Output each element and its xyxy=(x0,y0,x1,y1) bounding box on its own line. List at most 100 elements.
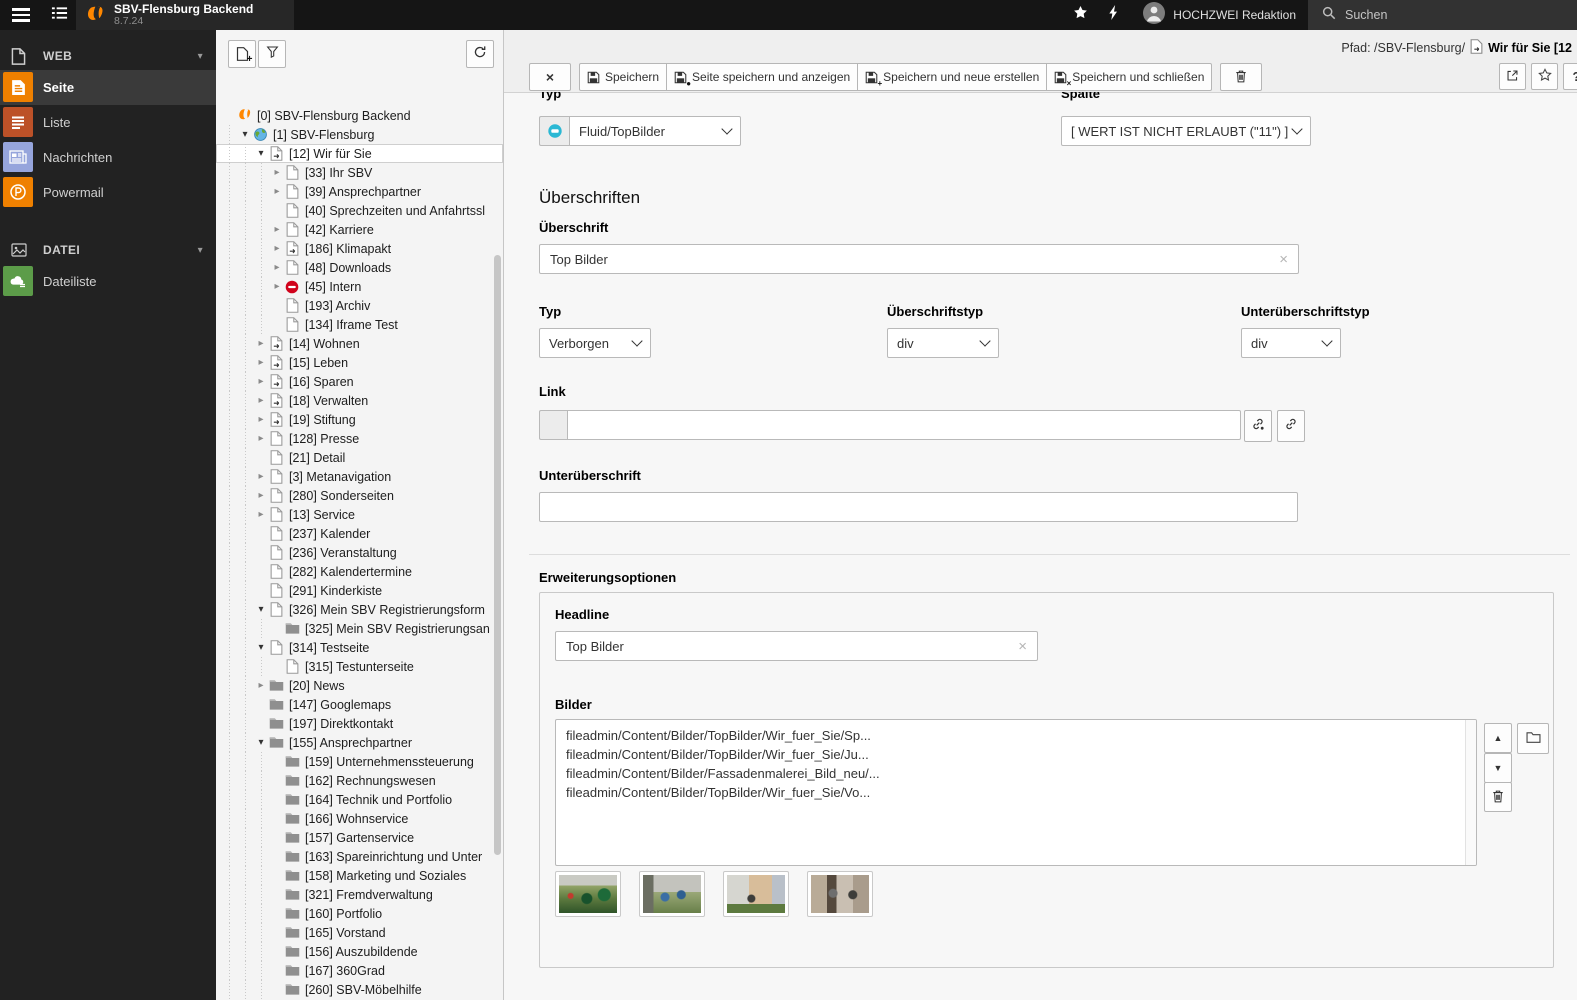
tree-item[interactable]: [325] Mein SBV Registrierungsan xyxy=(216,619,503,638)
tree-item[interactable]: ▸ [280] Sonderseiten xyxy=(216,486,503,505)
chevron-right-icon[interactable]: ▸ xyxy=(254,410,268,429)
sidebar-item-dateiliste[interactable]: Dateiliste xyxy=(0,264,216,299)
tree-item[interactable]: ▸ [14] Wohnen xyxy=(216,334,503,353)
user-menu[interactable]: HOCHZWEI Redaktion xyxy=(1131,0,1308,30)
chevron-right-icon[interactable]: ▸ xyxy=(270,239,284,258)
subheadertype-select[interactable]: div xyxy=(1241,328,1341,358)
chevron-right-icon[interactable]: ▸ xyxy=(254,353,268,372)
tree-item[interactable]: [21] Detail xyxy=(216,448,503,467)
refresh-button[interactable] xyxy=(466,40,494,68)
chevron-down-icon[interactable]: ▾ xyxy=(254,144,268,163)
tree-item[interactable]: ▸ [20] News xyxy=(216,676,503,695)
chevron-right-icon[interactable]: ▸ xyxy=(270,220,284,239)
open-in-new-window-button[interactable] xyxy=(1499,63,1526,90)
move-up-button[interactable]: ▲ xyxy=(1484,723,1512,753)
chevron-down-icon[interactable]: ▾ xyxy=(254,733,268,752)
tree-item[interactable]: ▾ [326] Mein SBV Registrierungsform xyxy=(216,600,503,619)
bilder-item[interactable]: fileadmin/Content/Bilder/Fassadenmalerei… xyxy=(556,764,1476,783)
chevron-right-icon[interactable]: ▸ xyxy=(270,277,284,296)
bilder-listbox[interactable]: fileadmin/Content/Bilder/TopBilder/Wir_f… xyxy=(555,719,1477,866)
typ2-select[interactable]: Verborgen xyxy=(539,328,651,358)
tree-item[interactable]: ▸ [128] Presse xyxy=(216,429,503,448)
bilder-item[interactable]: fileadmin/Content/Bilder/TopBilder/Wir_f… xyxy=(556,783,1476,802)
tree-item[interactable]: [163] Spareinrichtung und Unter xyxy=(216,847,503,866)
link-browser-button[interactable] xyxy=(1277,410,1305,442)
chevron-right-icon[interactable]: ▸ xyxy=(254,505,268,524)
save-new-button[interactable]: + Speichern und neue erstellen xyxy=(858,63,1048,91)
tree-item[interactable]: [167] 360Grad xyxy=(216,961,503,980)
chevron-right-icon[interactable]: ▸ xyxy=(270,182,284,201)
tree-scrollbar[interactable] xyxy=(494,255,501,855)
headline-input[interactable] xyxy=(566,638,1011,654)
remove-item-button[interactable] xyxy=(1484,782,1512,812)
tree-item[interactable]: [0] SBV-Flensburg Backend xyxy=(216,106,503,125)
filter-button[interactable] xyxy=(258,40,286,68)
tree-item[interactable]: [160] Portfolio xyxy=(216,904,503,923)
sidebar-item-seite[interactable]: Seite xyxy=(0,70,216,105)
tree-item[interactable]: ▸ [18] Verwalten xyxy=(216,391,503,410)
tree-item[interactable]: [315] Testunterseite xyxy=(216,657,503,676)
chevron-down-icon[interactable]: ▾ xyxy=(254,600,268,619)
save-view-button[interactable]: ● Seite speichern und anzeigen xyxy=(667,63,859,91)
sidebar-item-powermail[interactable]: Powermail xyxy=(0,175,216,210)
tree-item[interactable]: [166] Wohnservice xyxy=(216,809,503,828)
help-button[interactable]: ? xyxy=(1563,63,1577,90)
clear-cache-button[interactable] xyxy=(1097,0,1131,30)
tree-item[interactable]: ▸ [39] Ansprechpartner xyxy=(216,182,503,201)
tree-item[interactable]: [165] Vorstand xyxy=(216,923,503,942)
tree-item[interactable]: ▾ [314] Testseite xyxy=(216,638,503,657)
move-down-button[interactable]: ▼ xyxy=(1484,753,1512,783)
global-search[interactable]: Suchen xyxy=(1308,0,1577,30)
ueberschrift-input[interactable] xyxy=(550,251,1272,267)
menu-toggle-button[interactable] xyxy=(0,0,42,30)
bilder-item[interactable]: fileadmin/Content/Bilder/TopBilder/Wir_f… xyxy=(556,745,1476,764)
bookmark-button[interactable] xyxy=(1531,63,1558,90)
save-close-button[interactable]: × Speichern und schließen xyxy=(1047,63,1213,91)
tree-item[interactable]: [134] Iframe Test xyxy=(216,315,503,334)
tree-item[interactable]: ▾ [12] Wir für Sie xyxy=(216,144,503,163)
tree-item[interactable]: [197] Direktkontakt xyxy=(216,714,503,733)
chevron-right-icon[interactable]: ▸ xyxy=(254,467,268,486)
tree-item[interactable]: [147] Googlemaps xyxy=(216,695,503,714)
chevron-right-icon[interactable]: ▸ xyxy=(254,372,268,391)
column-select[interactable]: [ WERT IST NICHT ERLAUBT ("11") ] xyxy=(1061,116,1311,146)
chevron-right-icon[interactable]: ▸ xyxy=(254,334,268,353)
tree-item[interactable]: [260] SBV-Möbelhilfe xyxy=(216,980,503,999)
tree-item[interactable]: [164] Technik und Portfolio xyxy=(216,790,503,809)
tree-item[interactable]: [236] Veranstaltung xyxy=(216,543,503,562)
tree-item[interactable]: ▸ [45] Intern xyxy=(216,277,503,296)
chevron-right-icon[interactable]: ▸ xyxy=(254,429,268,448)
tree-item[interactable]: [158] Marketing und Soziales xyxy=(216,866,503,885)
chevron-right-icon[interactable]: ▸ xyxy=(270,258,284,277)
link-details-button[interactable] xyxy=(1244,410,1272,442)
delete-button[interactable] xyxy=(1220,63,1263,91)
tree-item[interactable]: [162] Rechnungswesen xyxy=(216,771,503,790)
sidebar-item-liste[interactable]: Liste xyxy=(0,105,216,140)
tree-item[interactable]: [40] Sprechzeiten und Anfahrtssl xyxy=(216,201,503,220)
chevron-down-icon[interactable]: ▾ xyxy=(254,638,268,657)
brand-block[interactable]: SBV-Flensburg Backend 8.7.24 xyxy=(76,0,294,30)
chevron-down-icon[interactable]: ▾ xyxy=(238,125,252,144)
sidebar-item-nachrichten[interactable]: Nachrichten xyxy=(0,140,216,175)
image-thumbnail[interactable] xyxy=(639,871,705,917)
clear-icon[interactable]: × xyxy=(1018,638,1027,655)
tree-item[interactable]: ▸ [13] Service xyxy=(216,505,503,524)
image-thumbnail[interactable] xyxy=(723,871,789,917)
bookmarks-button[interactable] xyxy=(1063,0,1097,30)
tree-item[interactable]: [156] Auszubildende xyxy=(216,942,503,961)
section-web[interactable]: WEB ▾ xyxy=(0,42,216,70)
tree-item[interactable]: [237] Kalender xyxy=(216,524,503,543)
listbox-scrollbar[interactable] xyxy=(1465,720,1476,865)
browse-files-button[interactable] xyxy=(1517,723,1549,754)
image-thumbnail[interactable] xyxy=(555,871,621,917)
tree-item[interactable]: ▸ [3] Metanavigation xyxy=(216,467,503,486)
tree-item[interactable]: ▸ [19] Stiftung xyxy=(216,410,503,429)
section-datei[interactable]: DATEI ▾ xyxy=(0,236,216,264)
tree-item[interactable]: [291] Kinderkiste xyxy=(216,581,503,600)
tree-item[interactable]: ▸ [16] Sparen xyxy=(216,372,503,391)
tree-item[interactable]: ▸ [33] Ihr SBV xyxy=(216,163,503,182)
headertype-select[interactable]: div xyxy=(887,328,999,358)
tree-item[interactable]: ▸ [186] Klimapakt xyxy=(216,239,503,258)
tree-item[interactable]: [282] Kalendertermine xyxy=(216,562,503,581)
tree-item[interactable]: [157] Gartenservice xyxy=(216,828,503,847)
